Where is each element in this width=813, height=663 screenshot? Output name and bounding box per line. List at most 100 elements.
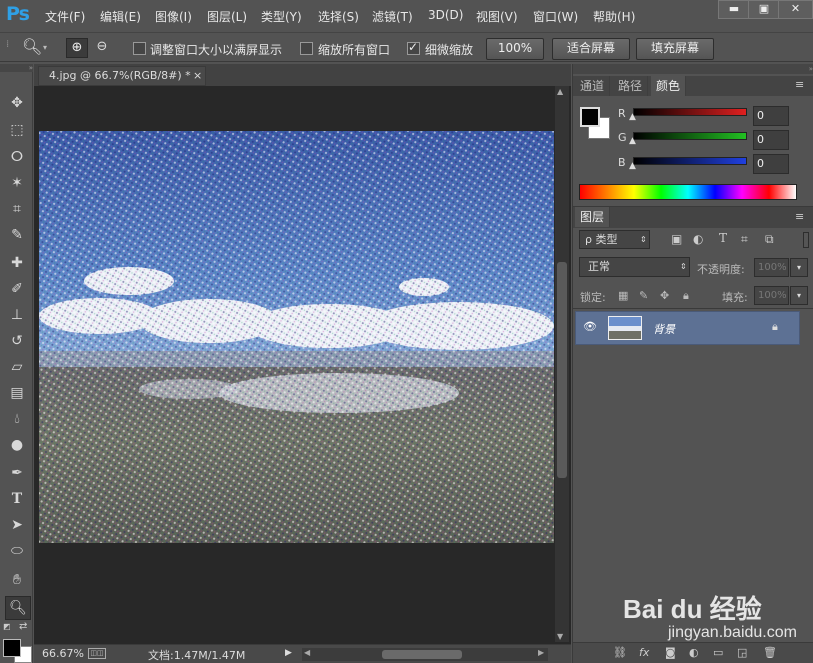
zoom-in-icon[interactable]: ⊕ xyxy=(66,38,88,58)
magic-wand-tool-icon[interactable]: ✶ xyxy=(5,172,29,194)
blue-slider[interactable] xyxy=(633,157,747,165)
tab-channels[interactable]: 通道 xyxy=(575,76,611,96)
document-tab[interactable]: 4.jpg @ 66.7%(RGB/8#) * × xyxy=(38,66,206,86)
default-colors-icon[interactable]: ◩ xyxy=(3,622,13,632)
eyedropper-tool-icon[interactable]: ✎ xyxy=(5,224,29,246)
lock-paint-icon[interactable]: ✎ xyxy=(639,289,648,302)
opacity-field[interactable]: 100% xyxy=(754,258,789,277)
horizontal-scroll-thumb[interactable] xyxy=(382,650,462,659)
resize-windows-checkbox[interactable] xyxy=(133,42,146,55)
close-button[interactable]: ✕ xyxy=(778,0,813,19)
minimize-button[interactable]: ▬ xyxy=(718,0,750,19)
zoom-all-checkbox[interactable] xyxy=(300,42,313,55)
status-menu-arrow-icon[interactable]: ▶ xyxy=(285,648,292,658)
move-tool-icon[interactable]: ✥ xyxy=(5,92,29,114)
add-mask-icon[interactable]: ◙ xyxy=(665,646,676,659)
eraser-tool-icon[interactable]: ▱ xyxy=(5,356,29,378)
zoom-tool-preset-icon[interactable]: 🔍︎ xyxy=(22,37,42,56)
dock-collapse-icon[interactable]: » xyxy=(573,64,813,74)
vertical-scrollbar[interactable]: ▲ ▼ xyxy=(555,86,569,642)
green-value-field[interactable]: 0 xyxy=(753,130,789,150)
dodge-tool-icon[interactable]: ● xyxy=(5,434,29,456)
filter-smart-object-icon[interactable]: ⧉ xyxy=(765,232,774,247)
tab-paths[interactable]: 路径 xyxy=(613,76,649,96)
tab-close-icon[interactable]: × xyxy=(193,67,202,85)
ellipse-tool-icon[interactable]: ⬭ xyxy=(5,540,29,562)
menu-filter[interactable]: 滤镜(T) xyxy=(372,8,413,25)
filter-adjustment-icon[interactable]: ◐ xyxy=(693,232,703,246)
menu-layer[interactable]: 图层(L) xyxy=(207,8,247,25)
image-canvas[interactable] xyxy=(39,131,554,543)
blur-tool-icon[interactable]: 💧︎ xyxy=(5,408,29,430)
scrubby-zoom-checkbox[interactable] xyxy=(407,40,420,55)
zoom-out-icon[interactable]: ⊖ xyxy=(91,38,113,58)
zoom-level[interactable]: 66.67% xyxy=(42,647,84,660)
layer-style-icon[interactable]: fx xyxy=(639,646,649,659)
tab-layers[interactable]: 图层 xyxy=(575,207,611,227)
scroll-right-icon[interactable]: ▶ xyxy=(538,648,544,657)
lock-transparent-icon[interactable]: ▦ xyxy=(618,289,628,302)
menu-edit[interactable]: 编辑(E) xyxy=(100,8,141,25)
actual-pixels-button[interactable]: 100% xyxy=(486,38,544,60)
gradient-tool-icon[interactable]: ▤ xyxy=(5,382,29,404)
fit-screen-button[interactable]: 适合屏幕 xyxy=(552,38,630,60)
filter-type-icon[interactable]: T xyxy=(719,231,727,245)
kind-filter-dropdown[interactable]: ρ 类型 ⇕ xyxy=(579,230,650,249)
marquee-tool-icon[interactable]: ⬚ xyxy=(5,119,29,141)
brush-tool-icon[interactable]: ✐ xyxy=(5,278,29,300)
crop-tool-icon[interactable]: ⌗ xyxy=(5,198,29,220)
type-tool-icon[interactable]: T xyxy=(5,488,29,510)
blue-value-field[interactable]: 0 xyxy=(753,154,789,174)
filter-toggle-switch[interactable] xyxy=(803,232,809,248)
lock-position-icon[interactable]: ✥ xyxy=(660,289,669,302)
panel-menu-icon[interactable]: ≡ xyxy=(795,78,804,91)
path-selection-tool-icon[interactable]: ➤ xyxy=(5,514,29,536)
green-slider-handle-icon[interactable]: ▲ xyxy=(629,136,636,146)
lock-all-icon[interactable]: 🔒︎ xyxy=(683,289,689,303)
lasso-tool-icon[interactable]: ⵔ xyxy=(5,146,29,168)
menu-window[interactable]: 窗口(W) xyxy=(533,8,578,25)
filter-pixel-icon[interactable]: ▣ xyxy=(671,232,682,246)
adjustment-layer-icon[interactable]: ◐ xyxy=(689,646,699,659)
horizontal-scrollbar[interactable]: ◀ ▶ xyxy=(302,648,548,661)
menu-image[interactable]: 图像(I) xyxy=(155,8,192,25)
pen-tool-icon[interactable]: ✒ xyxy=(5,462,29,484)
blend-mode-dropdown[interactable]: 正常 ⇕ xyxy=(579,257,690,277)
layer-name[interactable]: 背景 xyxy=(653,321,675,337)
history-brush-tool-icon[interactable]: ↺ xyxy=(5,330,29,352)
tab-color[interactable]: 颜色 xyxy=(651,76,687,96)
menu-3d[interactable]: 3D(D) xyxy=(428,8,463,22)
blue-slider-handle-icon[interactable]: ▲ xyxy=(629,161,636,171)
scroll-up-icon[interactable]: ▲ xyxy=(557,87,563,96)
red-slider[interactable] xyxy=(633,108,747,116)
link-layers-icon[interactable]: ⛓︎ xyxy=(613,646,627,659)
green-slider[interactable] xyxy=(633,132,747,140)
swap-colors-icon[interactable]: ⇄ xyxy=(19,621,27,632)
menu-file[interactable]: 文件(F) xyxy=(45,8,85,25)
filter-shape-icon[interactable]: ⌗ xyxy=(741,232,748,247)
foreground-color-swatch[interactable] xyxy=(3,639,21,657)
new-group-icon[interactable]: ▭ xyxy=(713,646,723,659)
fill-screen-button[interactable]: 填充屏幕 xyxy=(636,38,714,60)
fill-field[interactable]: 100% xyxy=(754,286,789,305)
new-layer-icon[interactable]: ◲ xyxy=(737,646,747,659)
delete-layer-icon[interactable]: 🗑︎ xyxy=(763,646,777,659)
scroll-left-icon[interactable]: ◀ xyxy=(304,648,310,657)
zoom-tool-icon[interactable]: 🔍︎ xyxy=(5,596,31,620)
layer-row-background[interactable]: 👁︎ 背景 🔒︎ xyxy=(575,311,800,345)
fg-color-chip[interactable] xyxy=(580,107,600,127)
scroll-down-icon[interactable]: ▼ xyxy=(557,632,563,641)
visibility-eye-icon[interactable]: 👁︎ xyxy=(583,320,597,333)
vertical-scroll-thumb[interactable] xyxy=(557,262,567,478)
menu-help[interactable]: 帮助(H) xyxy=(593,8,635,25)
hand-tool-icon[interactable]: ✋︎ xyxy=(5,569,29,591)
menu-view[interactable]: 视图(V) xyxy=(476,8,518,25)
menu-select[interactable]: 选择(S) xyxy=(318,8,359,25)
menu-type[interactable]: 类型(Y) xyxy=(261,8,302,25)
color-spectrum-ramp[interactable] xyxy=(579,184,797,200)
tools-collapse-icon[interactable]: » xyxy=(0,64,33,72)
layers-menu-icon[interactable]: ≡ xyxy=(795,210,804,223)
preset-dropdown-icon[interactable]: ▾ xyxy=(43,43,47,52)
opacity-dropdown-icon[interactable]: ▾ xyxy=(790,258,808,277)
fill-dropdown-icon[interactable]: ▾ xyxy=(790,286,808,305)
